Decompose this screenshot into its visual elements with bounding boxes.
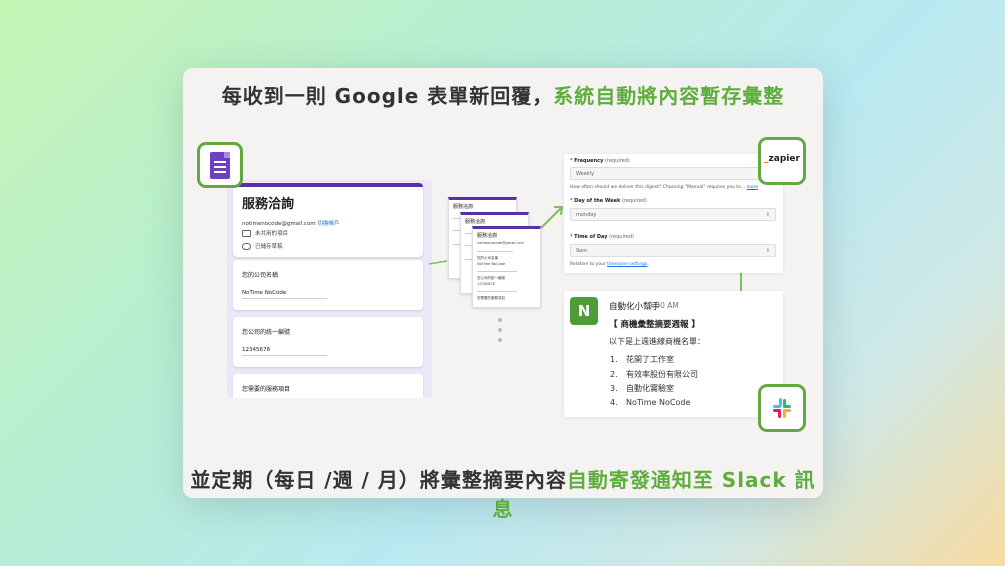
lead-list: 1. 花開了工作室 2. 有效率股份有限公司 3. 自動化實驗室 4. NoTime N… [610, 354, 698, 412]
headline-top-highlight: 系統自動將內容暫存彙整 [553, 84, 785, 108]
message-intro: 以下是上週進線商機名單： [609, 337, 705, 346]
google-forms-icon [210, 152, 230, 179]
zapier-logo-icon: _zapier [764, 154, 800, 164]
saved-text: 已儲存草稿 [255, 244, 283, 250]
google-form-preview: 服務洽詢 notimenocode@gmail.com 切換帳戶 未共用的項目 … [227, 180, 432, 398]
share-icon [242, 230, 251, 237]
list-item: 2. 有效率股份有限公司 [610, 369, 698, 379]
arrow-to-zapier-icon [540, 207, 562, 229]
response-question: 您公司的統一編號 [477, 276, 505, 280]
day-of-week-select[interactable]: monday ⇕ [570, 208, 776, 221]
response-title: 服務洽詢 [477, 233, 498, 239]
switch-account-link[interactable]: 切換帳戶 [317, 221, 339, 227]
list-item: 4. NoTime NoCode [610, 397, 691, 407]
form-title: 服務洽詢 [242, 197, 295, 212]
chevron-updown-icon: ⇕ [765, 212, 770, 218]
form-question: 您公司的統一編號 12345678 [233, 317, 423, 367]
list-item: 3. 自動化實驗室 [610, 384, 674, 393]
avatar: N [570, 297, 598, 325]
company-name-field[interactable]: NoTime NoCode [242, 290, 327, 299]
frequency-select[interactable]: Weekly [570, 167, 776, 180]
question-label: 您公司的統一編號 [242, 329, 291, 336]
not-shared-text: 未共用的項目 [255, 231, 289, 237]
timezone-settings-link[interactable]: timezone settings [607, 262, 647, 267]
cloud-icon [242, 243, 251, 250]
frequency-label: * Frequency (required) [570, 158, 630, 164]
response-card: 服務洽詢 notimenocode@gmail.com 您的公司名稱 NoTim… [472, 226, 541, 308]
headline-bottom: 並定期（每日 /週 / 月）將彙整摘要內容自動寄發通知至 Slack 訊息 [183, 464, 823, 522]
timezone-help: Relative to your timezone settings. [570, 262, 649, 267]
account-email: notimenocode@gmail.com [242, 221, 316, 227]
form-question: 您的公司名稱 NoTime NoCode [233, 260, 423, 310]
list-item: 1. 花開了工作室 [610, 355, 674, 364]
more-link[interactable]: more [746, 185, 758, 190]
response-title: 服務洽詢 [453, 204, 474, 210]
slack-logo-icon [773, 398, 791, 418]
response-answer: NoTime NoCode [477, 262, 506, 266]
google-forms-badge [197, 142, 243, 188]
not-shared-row: 未共用的項目 [242, 229, 288, 237]
slack-message: N 自動化小幫手 9:00 AM 【 商機彙整摘要週報 】 以下是上週進線商機名… [564, 291, 783, 417]
workflow-card: 每收到一則 Google 表單新回覆，系統自動將內容暫存彙整 服務洽詢 noti… [183, 68, 823, 521]
chevron-updown-icon: ⇕ [765, 248, 770, 254]
question-label: 您的公司名稱 [242, 272, 279, 279]
response-question: 您需要的服務項目 [477, 296, 505, 300]
day-of-week-label: * Day of the Week (required) [570, 198, 647, 204]
zapier-digest-settings: * Frequency (required) Weekly How often … [564, 154, 783, 273]
frequency-help: How often should we deliver this digest?… [570, 185, 759, 190]
tax-id-field[interactable]: 12345678 [242, 347, 327, 356]
response-title: 服務洽詢 [465, 219, 486, 225]
form-question: 您需要的服務項目 [233, 374, 423, 398]
form-account: notimenocode@gmail.com 切換帳戶 [242, 219, 339, 227]
time-of-day-select[interactable]: 9am ⇕ [570, 244, 776, 257]
message-time: 9:00 AM [648, 301, 679, 310]
zapier-badge: _zapier [758, 137, 806, 185]
question-label: 您需要的服務項目 [242, 386, 291, 393]
more-dots [498, 318, 504, 348]
form-header-card: 服務洽詢 notimenocode@gmail.com 切換帳戶 未共用的項目 … [233, 183, 423, 257]
headline-top-text: 每收到一則 Google 表單新回覆， [221, 84, 554, 108]
response-email: notimenocode@gmail.com [477, 241, 524, 245]
time-of-day-label: * Time of Day (required) [570, 234, 634, 240]
message-title: 【 商機彙整摘要週報 】 [609, 320, 700, 330]
response-question: 您的公司名稱 [477, 256, 498, 260]
slack-badge [758, 384, 806, 432]
response-answer: 12345678 [477, 282, 495, 286]
headline-top: 每收到一則 Google 表單新回覆，系統自動將內容暫存彙整 [183, 80, 823, 109]
headline-bottom-text: 並定期（每日 /週 / 月）將彙整摘要內容 [190, 468, 567, 492]
saved-row: 已儲存草稿 [242, 242, 283, 250]
